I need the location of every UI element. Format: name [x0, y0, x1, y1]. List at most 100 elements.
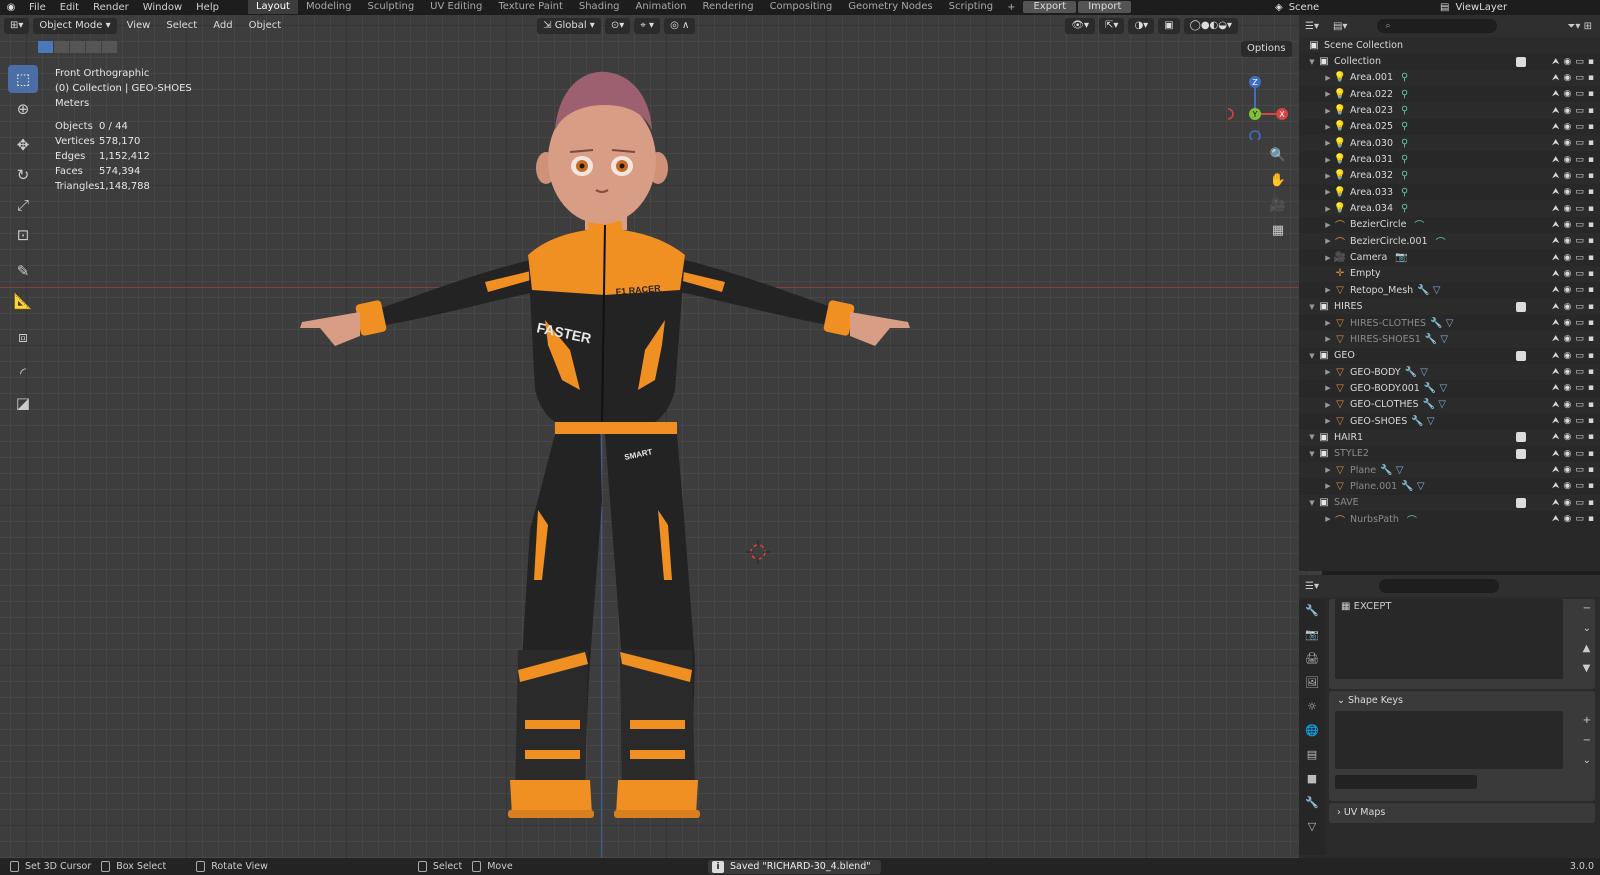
menu-view[interactable]: View — [121, 18, 157, 34]
properties-search-input[interactable] — [1378, 579, 1499, 593]
monitor-icon[interactable]: ▭ — [1575, 204, 1584, 214]
eye-icon[interactable]: ◉ — [1564, 334, 1572, 344]
expand-right-icon[interactable]: ▶ — [1323, 237, 1333, 245]
select-arrow-icon[interactable]: ⮝ — [1552, 481, 1560, 491]
measure-tool-icon[interactable]: 📐 — [8, 287, 38, 315]
mesh-data-icon[interactable]: 🔧 ▽ — [1430, 318, 1453, 329]
light-data-icon[interactable]: ⚲ — [1401, 154, 1408, 165]
outliner-collection-row[interactable]: ▼ ▣ SAVE ⮝ ◉ ▭ ▪ — [1299, 494, 1600, 511]
tab-shading[interactable]: Shading — [571, 0, 628, 14]
select-arrow-icon[interactable]: ⮝ — [1552, 514, 1560, 524]
gizmo-toggle-icon[interactable]: ⇱▾ — [1099, 18, 1125, 34]
expand-right-icon[interactable]: ▶ — [1323, 515, 1333, 523]
monitor-icon[interactable]: ▭ — [1575, 514, 1584, 524]
overlay-toggle-icon[interactable]: ◑▾ — [1128, 18, 1155, 34]
shape-keys-header[interactable]: ⌄ Shape Keys — [1329, 691, 1595, 711]
eye-icon[interactable]: ◉ — [1564, 367, 1572, 377]
render-camera-icon[interactable]: ▪ — [1588, 138, 1594, 148]
editor-type-button[interactable]: ⊞▾ — [4, 18, 30, 34]
options-button[interactable]: Options — [1241, 41, 1292, 57]
expand-right-icon[interactable]: ▶ — [1323, 156, 1333, 164]
outliner-object-row[interactable]: ▶ 💡 Area.022 ⚲ ⮝ ◉ ▭ ▪ — [1299, 86, 1600, 102]
light-data-icon[interactable]: ⚲ — [1401, 89, 1408, 100]
select-arrow-icon[interactable]: ⮝ — [1552, 187, 1560, 197]
render-camera-icon[interactable]: ▪ — [1588, 220, 1594, 230]
eye-icon[interactable]: ◉ — [1564, 122, 1572, 132]
display-mode-icon[interactable]: ▤▾ — [1333, 21, 1347, 32]
collection-tab-icon[interactable]: ▤ — [1299, 743, 1325, 767]
render-camera-icon[interactable]: ▪ — [1588, 106, 1594, 116]
curve-data-icon[interactable]: ⌒ — [1436, 234, 1446, 249]
outliner-collection-row[interactable]: ▼ ▣ HIRES ⮝ ◉ ▭ ▪ — [1299, 298, 1600, 315]
outliner-object-row[interactable]: ▶ 💡 Area.025 ⚲ ⮝ ◉ ▭ ▪ — [1299, 119, 1600, 135]
select-arrow-icon[interactable]: ⮝ — [1552, 171, 1560, 181]
orientation-selector[interactable]: ⇲ Global ▾ — [537, 18, 601, 34]
eye-icon[interactable]: ◉ — [1564, 236, 1572, 246]
outliner-object-row[interactable]: ▶ 💡 Area.034 ⚲ ⮝ ◉ ▭ ▪ — [1299, 200, 1600, 217]
tab-layout[interactable]: Layout — [247, 0, 298, 14]
eye-icon[interactable]: ◉ — [1564, 514, 1572, 524]
expand-down-icon[interactable]: ▼ — [1307, 450, 1317, 458]
tab-rendering[interactable]: Rendering — [694, 0, 761, 14]
eye-icon[interactable]: ◉ — [1564, 481, 1572, 491]
menu-window[interactable]: Window — [136, 2, 189, 13]
monitor-icon[interactable]: ▭ — [1575, 498, 1584, 508]
blender-logo-icon[interactable]: ◉ — [0, 2, 22, 13]
render-camera-icon[interactable]: ▪ — [1588, 334, 1594, 344]
light-data-icon[interactable]: ⚲ — [1401, 72, 1408, 83]
expand-right-icon[interactable]: ▶ — [1323, 188, 1333, 196]
outliner-object-row[interactable]: ▶ 💡 Area.033 ⚲ ⮝ ◉ ▭ ▪ — [1299, 184, 1600, 200]
shape-key-side-buttons[interactable]: + − ⌄ — [1583, 711, 1591, 771]
render-camera-icon[interactable]: ▪ — [1588, 318, 1594, 328]
outliner-editor-type-icon[interactable]: ☰▾ — [1305, 21, 1319, 32]
selection-mode-buttons[interactable] — [38, 41, 118, 53]
tab-texture-paint[interactable]: Texture Paint — [490, 0, 571, 14]
monitor-icon[interactable]: ▭ — [1575, 449, 1584, 459]
render-camera-icon[interactable]: ▪ — [1588, 187, 1594, 197]
render-camera-icon[interactable]: ▪ — [1588, 400, 1594, 410]
outliner-object-row[interactable]: ▶ 💡 Area.032 ⚲ ⮝ ◉ ▭ ▪ — [1299, 167, 1600, 185]
expand-right-icon[interactable]: ▶ — [1323, 482, 1333, 490]
expand-right-icon[interactable]: ▶ — [1323, 107, 1333, 115]
proportional-edit-icon[interactable]: ◎ ∧ — [664, 18, 696, 34]
eye-icon[interactable]: ◉ — [1564, 383, 1572, 393]
render-camera-icon[interactable]: ▪ — [1588, 449, 1594, 459]
select-arrow-icon[interactable]: ⮝ — [1552, 269, 1560, 279]
select-arrow-icon[interactable]: ⮝ — [1552, 138, 1560, 148]
eye-icon[interactable]: ◉ — [1564, 432, 1572, 442]
3d-viewport[interactable]: ⊞▾ Object Mode ▾ View Select Add Object … — [0, 15, 1322, 858]
expand-down-icon[interactable]: ▼ — [1307, 433, 1317, 441]
select-intersect-icon[interactable] — [102, 41, 117, 53]
render-camera-icon[interactable]: ▪ — [1588, 57, 1594, 67]
mesh-data-icon[interactable]: 🔧 ▽ — [1424, 383, 1447, 394]
render-camera-icon[interactable]: ▪ — [1588, 465, 1594, 475]
move-tool-icon[interactable]: ✥ — [8, 131, 38, 159]
mesh-data-icon[interactable]: 🔧 ▽ — [1411, 416, 1434, 427]
expand-right-icon[interactable]: ▶ — [1323, 221, 1333, 229]
scene-collection-row[interactable]: ▣ Scene Collection — [1299, 37, 1600, 54]
eye-icon[interactable]: ◉ — [1564, 351, 1572, 361]
pivot-icon[interactable]: ⊙▾ — [604, 18, 631, 34]
shear-tool-icon[interactable]: ◜ — [8, 359, 38, 387]
mesh-data-icon[interactable]: 🔧 ▽ — [1401, 481, 1424, 492]
outliner-object-row[interactable]: ▶ ⌒ NurbsPath ⌒ ⮝ ◉ ▭ ▪ — [1299, 511, 1600, 527]
uv-maps-header[interactable]: › UV Maps — [1329, 803, 1595, 823]
render-camera-icon[interactable]: ▪ — [1588, 351, 1594, 361]
vertex-group-item[interactable]: EXCEPT — [1354, 601, 1392, 612]
outliner-object-row[interactable]: ▶ ▽ Retopo_Mesh 🔧 ▽ ⮝ ◉ ▭ ▪ — [1299, 282, 1600, 298]
expand-right-icon[interactable]: ▶ — [1323, 417, 1333, 425]
tab-animation[interactable]: Animation — [628, 0, 695, 14]
mesh-data-icon[interactable]: 🔧 ▽ — [1425, 334, 1448, 345]
rotate-tool-icon[interactable]: ↻ — [8, 161, 38, 189]
exclude-checkbox[interactable] — [1516, 432, 1526, 443]
eye-icon[interactable]: ◉ — [1564, 498, 1572, 508]
light-data-icon[interactable]: ⚲ — [1401, 105, 1408, 116]
expand-down-icon[interactable]: ▼ — [1307, 499, 1317, 507]
eye-icon[interactable]: ◉ — [1564, 204, 1572, 214]
expand-right-icon[interactable]: ▶ — [1323, 172, 1333, 180]
eye-icon[interactable]: ◉ — [1564, 269, 1572, 279]
monitor-icon[interactable]: ▭ — [1575, 465, 1584, 475]
select-invert-icon[interactable] — [86, 41, 101, 53]
outliner-object-row[interactable]: ▶ ⌒ BezierCircle ⌒ ⮝ ◉ ▭ ▪ — [1299, 217, 1600, 233]
visibility-icon[interactable]: 👁▾ — [1065, 18, 1096, 34]
